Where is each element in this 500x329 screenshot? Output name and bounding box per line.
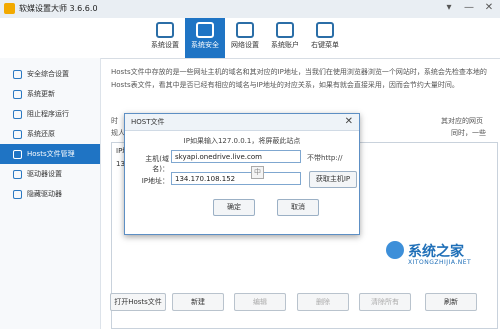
title-bar: 软媒设置大师 3.6.6.0 ▾ — ✕ (0, 0, 500, 19)
drive-icon (13, 169, 22, 179)
action-bar: 打开Hosts文件 新建 编辑 删除 清除所有 刷新 (0, 293, 500, 323)
sidebar-item-hide-drives[interactable]: 隐藏驱动器 (0, 184, 100, 204)
edit-button[interactable]: 编辑 (234, 293, 286, 311)
tab-label: 系统账户 (271, 41, 299, 49)
sidebar-item-label: 安全综合设置 (27, 70, 69, 78)
description-fragment: 其对应的网页 (441, 117, 483, 125)
host-dialog: HOST文件 ✕ IP如果输入127.0.0.1，将屏蔽此站点 主机(域名)： … (124, 113, 360, 235)
menu-dropdown-icon[interactable]: ▾ (442, 2, 456, 14)
hidden-drive-icon (13, 189, 22, 199)
watermark-brand: 系统之家 (408, 244, 464, 260)
sidebar: 安全综合设置 系统更新 阻止程序运行 系统还原 Hosts文件管理 驱动器设置 … (0, 58, 101, 329)
new-button[interactable]: 新建 (172, 293, 224, 311)
minimize-icon[interactable]: — (462, 2, 476, 14)
close-icon[interactable]: ✕ (345, 114, 353, 130)
app-window: 软媒设置大师 3.6.6.0 ▾ — ✕ 系统设置 系统安全 网络设置 系统账户… (0, 0, 500, 329)
sidebar-item-label: 驱动器设置 (27, 170, 62, 178)
delete-button[interactable]: 删除 (297, 293, 349, 311)
refresh-icon (13, 89, 22, 99)
ip-label: IP地址： (141, 177, 169, 185)
window-title: 软媒设置大师 3.6.6.0 (19, 4, 98, 13)
shield-icon (13, 69, 22, 79)
description-fragment: 同时，一些 (451, 129, 486, 137)
block-icon (13, 109, 22, 119)
app-logo-icon (4, 3, 15, 14)
cursor-icon (316, 22, 334, 38)
sidebar-item-label: 系统还原 (27, 130, 55, 138)
cancel-button[interactable]: 取消 (277, 199, 319, 216)
host-hint: 不带http:// (307, 154, 343, 162)
dialog-title: HOST文件 (131, 118, 165, 126)
gear-icon (156, 22, 174, 38)
description-fragment: 规人 (111, 129, 125, 137)
shield-icon (196, 22, 214, 38)
get-host-ip-button[interactable]: 获取主机IP (309, 171, 357, 188)
hosts-file-icon (13, 149, 22, 159)
sidebar-item-drive-settings[interactable]: 驱动器设置 (0, 164, 100, 184)
sidebar-item-label: 系统更新 (27, 90, 55, 98)
window-controls: ▾ — ✕ (442, 2, 496, 14)
tab-network-settings[interactable]: 网络设置 (225, 18, 265, 58)
hosts-description: Hosts文件中存放的是一些网址主机的域名和其对应的IP地址，当我们在使用浏览器… (111, 68, 487, 89)
tab-system-settings[interactable]: 系统设置 (145, 18, 185, 58)
tab-system-accounts[interactable]: 系统账户 (265, 18, 305, 58)
tab-label: 系统设置 (151, 41, 179, 49)
sidebar-item-label: 隐藏驱动器 (27, 190, 62, 198)
tab-system-security[interactable]: 系统安全 (185, 18, 225, 58)
sidebar-item-label: 阻止程序运行 (27, 110, 69, 118)
clear-all-button[interactable]: 清除所有 (359, 293, 411, 311)
network-icon (236, 22, 254, 38)
tab-context-menu[interactable]: 右键菜单 (305, 18, 345, 58)
host-input[interactable]: skyapi.onedrive.live.com (171, 150, 301, 163)
watermark: 系统之家 XITONGZHIJIA.NET (386, 237, 498, 275)
close-icon[interactable]: ✕ (482, 2, 496, 14)
ime-indicator-icon: 中 (251, 166, 264, 179)
watermark-url: XITONGZHIJIA.NET (408, 259, 472, 266)
sidebar-item-hosts[interactable]: Hosts文件管理 (0, 144, 100, 164)
dialog-title-bar: HOST文件 ✕ (125, 114, 359, 131)
sidebar-item-security-overview[interactable]: 安全综合设置 (0, 64, 100, 84)
ip-input[interactable]: 134.170.108.152 (171, 172, 301, 185)
ok-button[interactable]: 确定 (213, 199, 255, 216)
open-hosts-file-button[interactable]: 打开Hosts文件 (110, 293, 166, 311)
watermark-logo-icon (386, 241, 404, 259)
user-icon (276, 22, 294, 38)
sidebar-item-label: Hosts文件管理 (27, 150, 75, 158)
host-label: 主机(域名)： (145, 155, 169, 173)
tab-label: 网络设置 (231, 41, 259, 49)
sidebar-item-system-update[interactable]: 系统更新 (0, 84, 100, 104)
main-toolbar: 系统设置 系统安全 网络设置 系统账户 右键菜单 (0, 18, 500, 59)
description-fragment: 时 (111, 117, 118, 125)
sidebar-item-block-programs[interactable]: 阻止程序运行 (0, 104, 100, 124)
sidebar-item-system-restore[interactable]: 系统还原 (0, 124, 100, 144)
tab-label: 右键菜单 (311, 41, 339, 49)
tab-label: 系统安全 (191, 41, 219, 49)
restore-icon (13, 129, 22, 139)
refresh-button[interactable]: 刷新 (425, 293, 477, 311)
dialog-note: IP如果输入127.0.0.1，将屏蔽此站点 (183, 137, 301, 145)
